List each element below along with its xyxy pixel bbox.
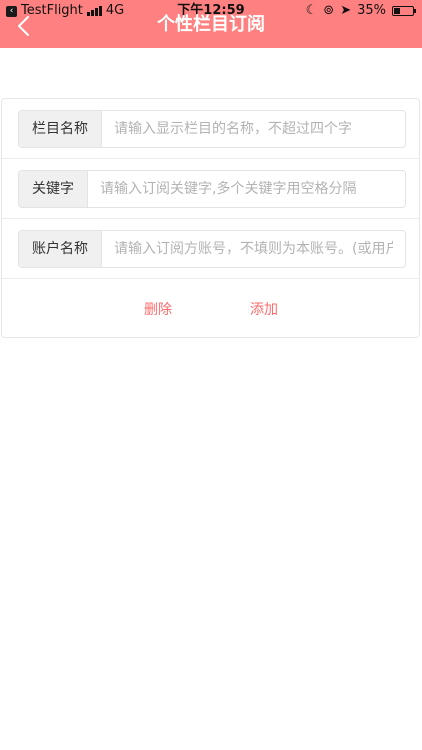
keywords-field: 关键字 xyxy=(18,170,406,208)
add-button[interactable]: 添加 xyxy=(250,299,278,319)
account-name-input[interactable] xyxy=(102,231,405,267)
field-row-keywords: 关键字 xyxy=(2,159,419,219)
account-name-label: 账户名称 xyxy=(19,231,102,267)
account-name-field: 账户名称 xyxy=(18,230,406,268)
page-title: 个性栏目订阅 xyxy=(157,14,265,35)
column-name-field: 栏目名称 xyxy=(18,110,406,148)
field-row-column-name: 栏目名称 xyxy=(2,99,419,159)
delete-button[interactable]: 删除 xyxy=(144,299,172,319)
keywords-input[interactable] xyxy=(88,171,405,207)
navigation-bar: ‹ TestFlight 4G 下午12:59 ☾ ⊚ ➤ 35% 个性栏目订阅 xyxy=(0,0,422,48)
column-name-input[interactable] xyxy=(102,111,405,147)
form-actions: 删除 添加 xyxy=(2,279,419,337)
subscription-form: 栏目名称 关键字 账户名称 删除 添加 xyxy=(1,98,420,338)
field-row-account-name: 账户名称 xyxy=(2,219,419,279)
keywords-label: 关键字 xyxy=(19,171,88,207)
column-name-label: 栏目名称 xyxy=(19,111,102,147)
